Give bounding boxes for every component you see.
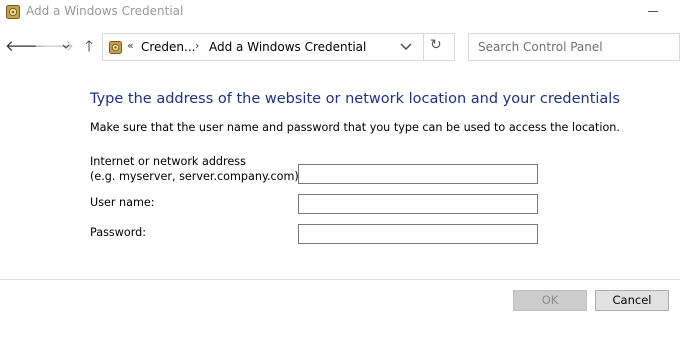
page-heading: Type the address of the website or netwo… bbox=[90, 91, 620, 107]
address-bar[interactable]: « Creden... › Add a Windows Credential ↻ bbox=[102, 33, 455, 61]
navigation-bar: 🡐 🡒 🡑 « Creden... › Add a Windows Creden… bbox=[0, 30, 680, 64]
title-bar: Add a Windows Credential bbox=[0, 0, 680, 24]
credential-manager-icon bbox=[6, 5, 20, 19]
password-field[interactable] bbox=[298, 224, 538, 244]
username-label: User name: bbox=[90, 196, 155, 209]
window-title: Add a Windows Credential bbox=[26, 4, 184, 18]
credential-manager-icon bbox=[109, 41, 122, 54]
search-box[interactable]: Search Control Panel bbox=[468, 33, 680, 61]
search-input[interactable]: Search Control Panel bbox=[478, 40, 603, 54]
cancel-button[interactable]: Cancel bbox=[595, 290, 669, 311]
breadcrumb-separator-icon[interactable]: › bbox=[195, 39, 199, 52]
breadcrumb-current[interactable]: Add a Windows Credential bbox=[209, 40, 366, 54]
footer-divider bbox=[0, 279, 680, 280]
address-divider bbox=[423, 34, 424, 60]
refresh-icon[interactable]: ↻ bbox=[430, 37, 442, 53]
breadcrumb-credential-manager[interactable]: Creden... bbox=[141, 40, 195, 54]
address-label: Internet or network address bbox=[90, 155, 246, 168]
username-field[interactable] bbox=[298, 194, 538, 214]
arrow-left-icon[interactable]: 🡐 bbox=[5, 36, 45, 56]
password-label: Password: bbox=[90, 226, 147, 239]
chevron-down-icon[interactable] bbox=[59, 36, 73, 56]
overflow-chevron-icon[interactable]: « bbox=[127, 39, 134, 52]
minimize-button[interactable] bbox=[648, 11, 658, 12]
arrow-up-icon[interactable]: 🡑 bbox=[80, 36, 98, 56]
network-address-field[interactable] bbox=[298, 164, 538, 184]
arrow-right-icon: 🡒 bbox=[34, 37, 75, 55]
address-label-example: (e.g. myserver, server.company.com): bbox=[90, 170, 303, 183]
page-description: Make sure that the user name and passwor… bbox=[90, 121, 620, 134]
ok-button[interactable]: OK bbox=[513, 290, 587, 311]
address-dropdown-icon[interactable] bbox=[399, 42, 413, 52]
